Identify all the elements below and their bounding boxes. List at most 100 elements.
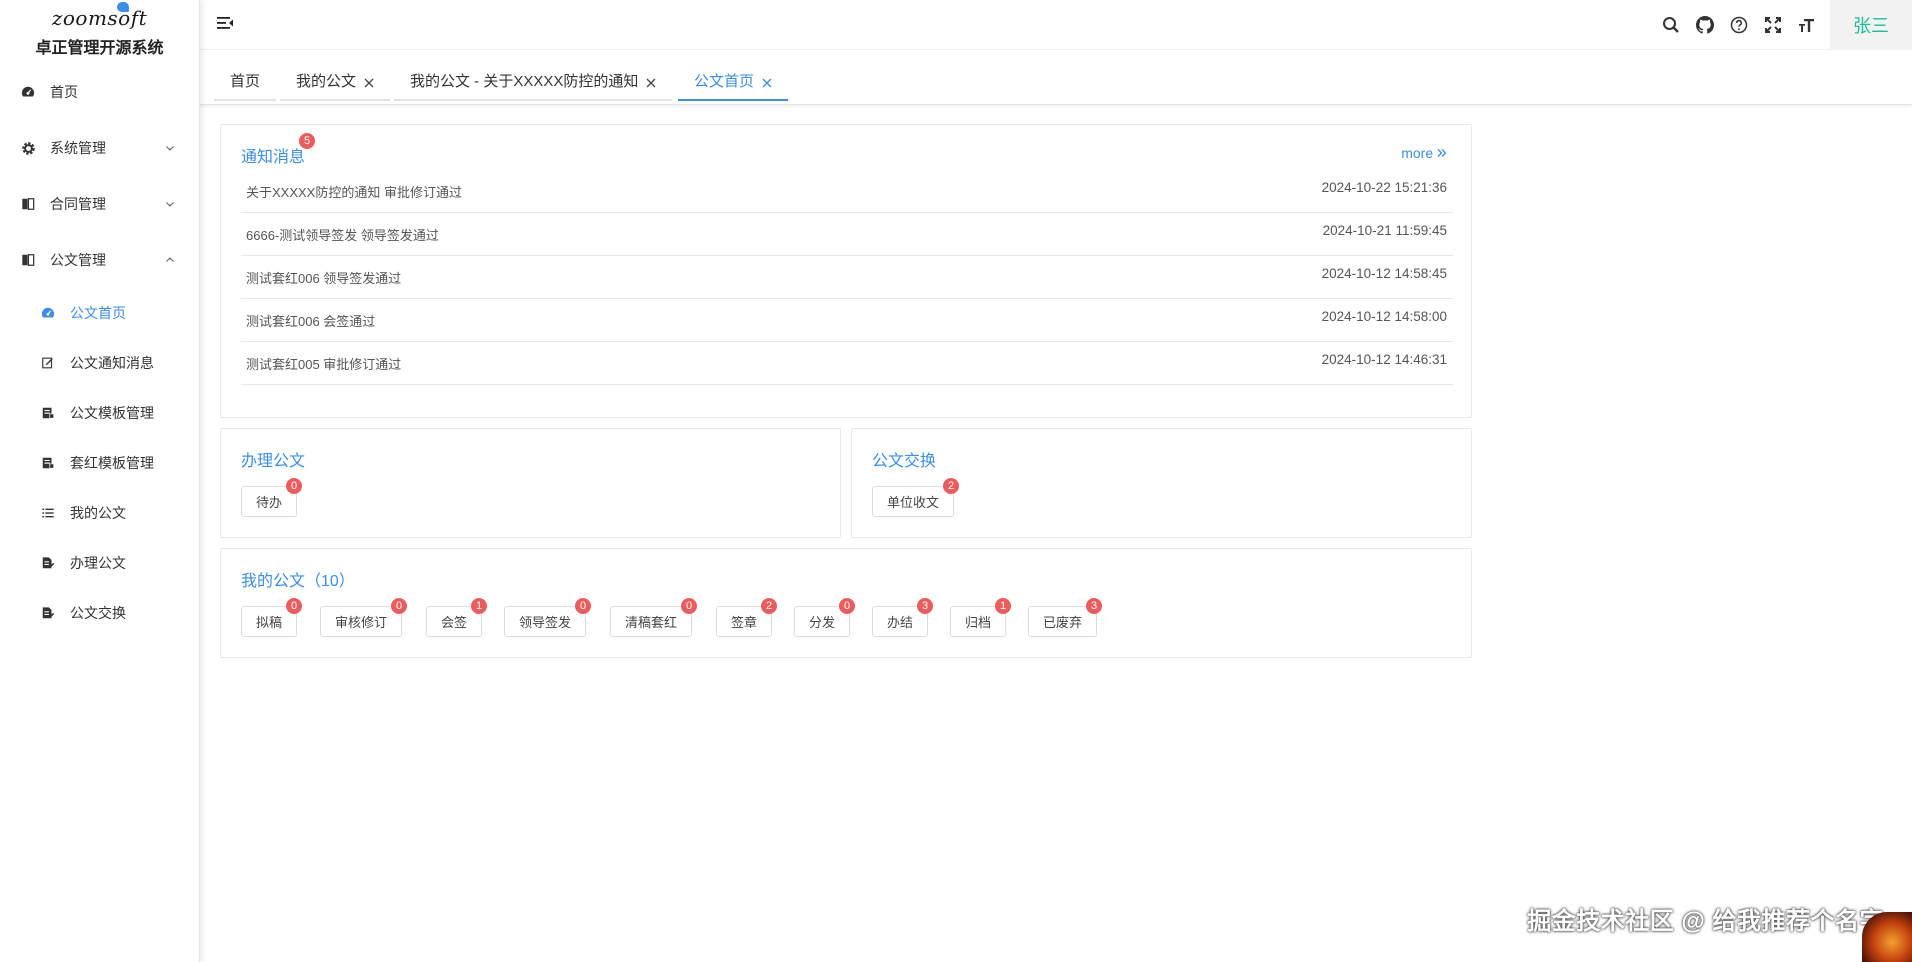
doc-edit-icon — [40, 605, 56, 621]
github-icon[interactable] — [1688, 0, 1722, 50]
tab-my-docs[interactable]: 我的公文 — [280, 61, 391, 101]
sidebar-item-contract[interactable]: 合同管理 — [0, 176, 199, 232]
count-badge: 1 — [995, 598, 1012, 614]
sidebar-item-label: 首页 — [50, 84, 78, 100]
dashboard-icon — [20, 84, 36, 100]
sidebar-item-home[interactable]: 首页 — [0, 64, 199, 120]
handle-panel: 办理公文 待办 0 — [220, 428, 841, 538]
menu-toggle-icon[interactable] — [216, 14, 236, 34]
discarded-button[interactable]: 已废弃 3 — [1028, 598, 1103, 637]
leader-sign-button[interactable]: 领导签发 0 — [504, 598, 592, 637]
close-icon[interactable] — [364, 75, 374, 88]
tab-doc-detail[interactable]: 我的公文 - 关于XXXXX防控的通知 — [394, 61, 673, 101]
archive-button[interactable]: 归档 1 — [950, 598, 1012, 637]
close-icon[interactable] — [646, 75, 656, 88]
button-label: 办结 — [887, 615, 914, 630]
sidebar-subitem-label: 我的公文 — [70, 505, 126, 521]
notice-text: 测试套红006 会签通过 — [246, 314, 376, 329]
review-revise-button[interactable]: 审核修订 0 — [320, 598, 408, 637]
button-label: 已废弃 — [1043, 615, 1083, 630]
sidebar-subitem-label: 套红模板管理 — [70, 455, 154, 471]
sidebar-menu: 首页 系统管理 合同管理 公文管理 公文首页 公文通知消息 公文模板管理 套红模… — [0, 64, 199, 638]
double-chevron-right-icon — [1437, 145, 1447, 161]
complete-button[interactable]: 办结 3 — [872, 598, 934, 637]
count-badge: 2 — [943, 478, 960, 494]
clean-red-button[interactable]: 清稿套红 0 — [610, 598, 698, 637]
close-icon[interactable] — [762, 75, 772, 88]
seal-button[interactable]: 签章 2 — [716, 598, 778, 637]
button-label: 单位收文 — [887, 495, 940, 510]
sidebar-subitem-my-docs[interactable]: 我的公文 — [0, 488, 199, 538]
distribute-button[interactable]: 分发 0 — [794, 598, 856, 637]
tab-doc-home[interactable]: 公文首页 — [678, 61, 789, 101]
notice-row[interactable]: 测试套红006 领导签发通过 2024-10-12 14:58:45 — [241, 256, 1453, 299]
sidebar-subitem-exchange[interactable]: 公文交换 — [0, 588, 199, 638]
notice-row[interactable]: 测试套红006 会签通过 2024-10-12 14:58:00 — [241, 299, 1453, 342]
unit-receive-button[interactable]: 单位收文 2 — [872, 478, 960, 517]
logo-text: zoomsoft — [51, 6, 148, 30]
sidebar-item-system[interactable]: 系统管理 — [0, 120, 199, 176]
logo[interactable]: zoomsoft 卓正管理开源系统 — [0, 0, 199, 64]
app-title: 卓正管理开源系统 — [35, 40, 164, 57]
notice-text: 关于XXXXX防控的通知 审批修订通过 — [246, 185, 462, 200]
count-badge: 3 — [917, 598, 934, 614]
button-label: 会签 — [441, 615, 468, 630]
button-label: 分发 — [809, 615, 836, 630]
notice-text: 6666-测试领导签发 领导签发通过 — [246, 228, 439, 243]
notice-time: 2024-10-12 14:58:00 — [1321, 309, 1447, 324]
sidebar-subitem-notice[interactable]: 公文通知消息 — [0, 338, 199, 388]
top-bar: 张三 — [200, 0, 1912, 50]
watermark: 掘金技术社区 @ 给我推荐个名字 — [1527, 908, 1884, 935]
sidebar-subitem-handle[interactable]: 办理公文 — [0, 538, 199, 588]
more-text: more — [1401, 145, 1434, 161]
sidebar-subitem-label: 公文通知消息 — [70, 355, 154, 371]
chevron-down-icon — [163, 197, 177, 211]
tab-label: 首页 — [230, 72, 261, 90]
notice-title-text: 通知消息 — [241, 149, 306, 166]
count-badge: 0 — [286, 598, 303, 614]
font-size-icon[interactable] — [1790, 0, 1824, 50]
button-label: 审核修订 — [335, 615, 388, 630]
notice-time: 2024-10-12 14:46:31 — [1321, 352, 1447, 367]
sidebar-item-label: 合同管理 — [50, 196, 106, 212]
tab-home[interactable]: 首页 — [214, 61, 277, 101]
exchange-panel: 公文交换 单位收文 2 — [851, 428, 1472, 538]
count-badge: 0 — [839, 598, 856, 614]
user-menu[interactable]: 张三 — [1830, 0, 1912, 50]
template-icon — [40, 455, 56, 471]
countersign-button[interactable]: 会签 1 — [426, 598, 488, 637]
button-label: 归档 — [965, 615, 992, 630]
count-badge: 2 — [761, 598, 778, 614]
search-icon[interactable] — [1654, 0, 1688, 50]
notice-time: 2024-10-12 14:58:45 — [1321, 266, 1447, 281]
exchange-title: 公文交换 — [872, 453, 937, 470]
button-label: 拟稿 — [256, 615, 283, 630]
gear-icon — [20, 140, 36, 156]
notice-row[interactable]: 测试套红005 审批修订通过 2024-10-12 14:46:31 — [241, 342, 1453, 385]
notice-title[interactable]: 通知消息 5 — [241, 133, 316, 167]
help-icon[interactable] — [1722, 0, 1756, 50]
notice-row[interactable]: 关于XXXXX防控的通知 审批修订通过 2024-10-22 15:21:36 — [241, 170, 1453, 213]
count-badge: 0 — [286, 478, 303, 494]
sidebar-subitem-doc-home[interactable]: 公文首页 — [0, 288, 199, 338]
fullscreen-icon[interactable] — [1756, 0, 1790, 50]
sidebar-subitem-label: 公文交换 — [70, 605, 126, 621]
todo-button[interactable]: 待办 0 — [241, 478, 303, 517]
notice-row[interactable]: 6666-测试领导签发 领导签发通过 2024-10-21 11:59:45 — [241, 213, 1453, 256]
avatar — [1862, 912, 1912, 962]
sidebar-subitem-label: 办理公文 — [70, 555, 126, 571]
mydocs-title: 我的公文（10） — [241, 573, 355, 590]
handle-title: 办理公文 — [241, 453, 306, 470]
top-tools: 张三 — [1654, 0, 1912, 50]
sidebar-item-label: 公文管理 — [50, 252, 106, 268]
draft-button[interactable]: 拟稿 0 — [241, 598, 303, 637]
sidebar-subitem-doc-template[interactable]: 公文模板管理 — [0, 388, 199, 438]
book-icon — [20, 252, 36, 268]
dashboard-icon — [40, 305, 56, 321]
template-icon — [40, 405, 56, 421]
sidebar-subitem-red-template[interactable]: 套红模板管理 — [0, 438, 199, 488]
more-link[interactable]: more — [1401, 145, 1447, 161]
logo-mark: zoomsoft — [51, 2, 148, 30]
sidebar-item-document[interactable]: 公文管理 — [0, 232, 199, 288]
tab-label: 公文首页 — [694, 72, 755, 90]
